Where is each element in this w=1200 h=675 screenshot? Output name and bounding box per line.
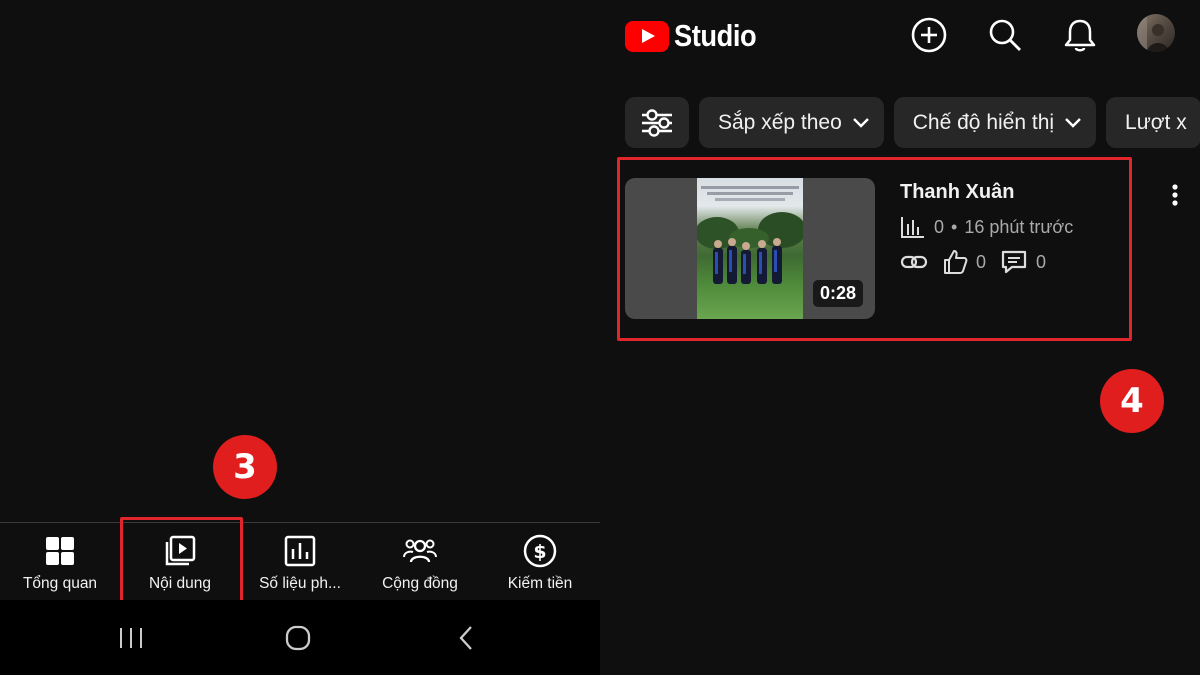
visibility-chip[interactable]: Chế độ hiển thị (893, 97, 1097, 148)
nav-label-earn: Kiếm tiền (507, 575, 573, 592)
filter-sliders-icon (642, 108, 672, 137)
svg-text:$: $ (533, 541, 546, 563)
step-4-number: 4 (1120, 381, 1144, 421)
filter-button[interactable] (625, 97, 689, 148)
nav-item-overview[interactable]: Tổng quan (0, 523, 120, 601)
nav-label-overview: Tổng quan (22, 575, 98, 592)
system-navigation-bar (0, 600, 600, 675)
recent-apps-icon[interactable] (111, 622, 151, 654)
home-icon[interactable] (278, 622, 318, 654)
create-icon[interactable] (909, 15, 949, 55)
nav-item-community[interactable]: Cộng đồng (360, 523, 480, 601)
step-3-badge: 3 (213, 435, 277, 499)
highlight-video-item (617, 157, 1132, 341)
dashboard-icon (46, 537, 74, 565)
nav-item-analytics[interactable]: Số liệu ph... (240, 523, 360, 601)
logo-text: Studio (674, 18, 757, 53)
notifications-icon[interactable] (1060, 15, 1100, 55)
more-options-icon[interactable] (1160, 180, 1190, 210)
step-3-number: 3 (233, 447, 257, 487)
nav-item-earn[interactable]: $ Kiếm tiền (480, 523, 600, 601)
studio-logo[interactable]: Studio (625, 18, 767, 54)
nav-label-community: Cộng đồng (382, 575, 458, 592)
earn-icon: $ (523, 534, 557, 568)
visibility-chip-label: Chế độ hiển thị (912, 110, 1055, 134)
bottom-navigation: Tổng quan Nội dung Số liệu ph... Cộng đồ… (0, 522, 600, 600)
highlight-content-nav (120, 517, 243, 606)
avatar[interactable] (1137, 14, 1175, 52)
youtube-logo-icon (625, 20, 669, 52)
chevron-down-icon (1065, 117, 1081, 128)
sort-chip[interactable]: Sắp xếp theo (699, 97, 884, 148)
community-icon (403, 539, 437, 563)
step-4-badge: 4 (1100, 369, 1164, 433)
right-screen: Studio Sắp xếp theo Chế độ hiển thị Lượt… (600, 0, 1200, 675)
chevron-down-icon (852, 117, 869, 128)
left-screen: 3 Tổng quan Nội dung Số liệu ph... Cộng … (0, 0, 600, 675)
nav-label-analytics: Số liệu ph... (259, 575, 341, 592)
back-icon[interactable] (446, 622, 486, 654)
views-chip-label: Lượt x (1125, 110, 1187, 134)
views-chip[interactable]: Lượt x (1106, 97, 1200, 148)
sort-chip-label: Sắp xếp theo (718, 110, 842, 134)
filter-row: Sắp xếp theo Chế độ hiển thị Lượt x (625, 97, 1200, 148)
search-icon[interactable] (985, 15, 1025, 55)
analytics-icon (284, 535, 316, 567)
